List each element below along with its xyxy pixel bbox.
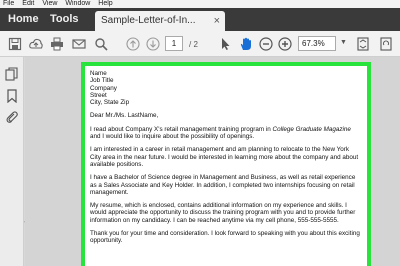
tab-document-label: Sample-Letter-of-In... (101, 15, 196, 26)
hand-icon[interactable] (239, 37, 253, 51)
chevron-down-icon[interactable]: ▼ (340, 39, 347, 46)
menu-view[interactable]: View (42, 0, 57, 8)
tab-home[interactable]: Home (8, 8, 39, 31)
bookmark-icon[interactable] (5, 89, 19, 103)
page-number-input[interactable]: 1 (165, 36, 183, 51)
search-icon[interactable] (94, 37, 108, 51)
save-icon[interactable] (8, 37, 22, 51)
print-icon[interactable] (50, 37, 64, 51)
menu-file[interactable]: File (3, 0, 14, 8)
zoom-level-input[interactable]: 67.3% (298, 36, 336, 51)
menu-edit[interactable]: Edit (22, 0, 34, 8)
paragraph-2: I am interested in a career in retail ma… (90, 146, 359, 168)
select-arrow-icon[interactable] (218, 37, 232, 51)
menu-help[interactable]: Help (98, 0, 112, 8)
address-line: Street (90, 91, 107, 99)
mail-icon[interactable] (72, 37, 86, 51)
menu-bar: File Edit View Window Help (0, 0, 400, 8)
address-line: Name (90, 70, 107, 77)
tab-bar: Home Tools Sample-Letter-of-In... × (0, 8, 400, 31)
attachment-icon[interactable] (5, 110, 19, 124)
fit-page-icon[interactable] (356, 37, 370, 51)
upload-icon[interactable] (29, 37, 43, 51)
document-page: Name Job Title Company Street City, Stat… (81, 62, 371, 266)
close-icon[interactable]: × (214, 11, 220, 31)
paragraph-5: Thank you for your time and consideratio… (90, 230, 360, 245)
address-block: Name Job Title Company Street City, Stat… (90, 70, 361, 106)
pages-icon[interactable] (5, 67, 19, 81)
address-line: Job Title (90, 77, 114, 85)
rotate-icon[interactable] (379, 37, 393, 51)
menu-window[interactable]: Window (65, 0, 90, 8)
paragraph-1: I read about Company X's retail manageme… (90, 125, 351, 141)
salutation: Dear Mr./Ms. LastName, (90, 112, 159, 120)
address-line: City, State Zip (90, 99, 130, 107)
paragraph-4: My resume, which is enclosed, contains a… (90, 202, 356, 224)
page-total: / 2 (189, 40, 198, 49)
toolbar: 1 / 2 67.3% ▼ (0, 31, 400, 57)
tab-document[interactable]: Sample-Letter-of-In... × (95, 11, 225, 31)
zoom-in-icon[interactable] (278, 37, 292, 51)
tab-tools[interactable]: Tools (50, 8, 79, 31)
page-up-icon[interactable] (126, 37, 140, 51)
page-down-icon[interactable] (146, 37, 160, 51)
address-line: Company (90, 84, 117, 92)
zoom-out-icon[interactable] (259, 37, 273, 51)
navigation-rail: ◂ (0, 57, 28, 266)
paragraph-3: I have a Bachelor of Science degree in M… (90, 174, 356, 196)
